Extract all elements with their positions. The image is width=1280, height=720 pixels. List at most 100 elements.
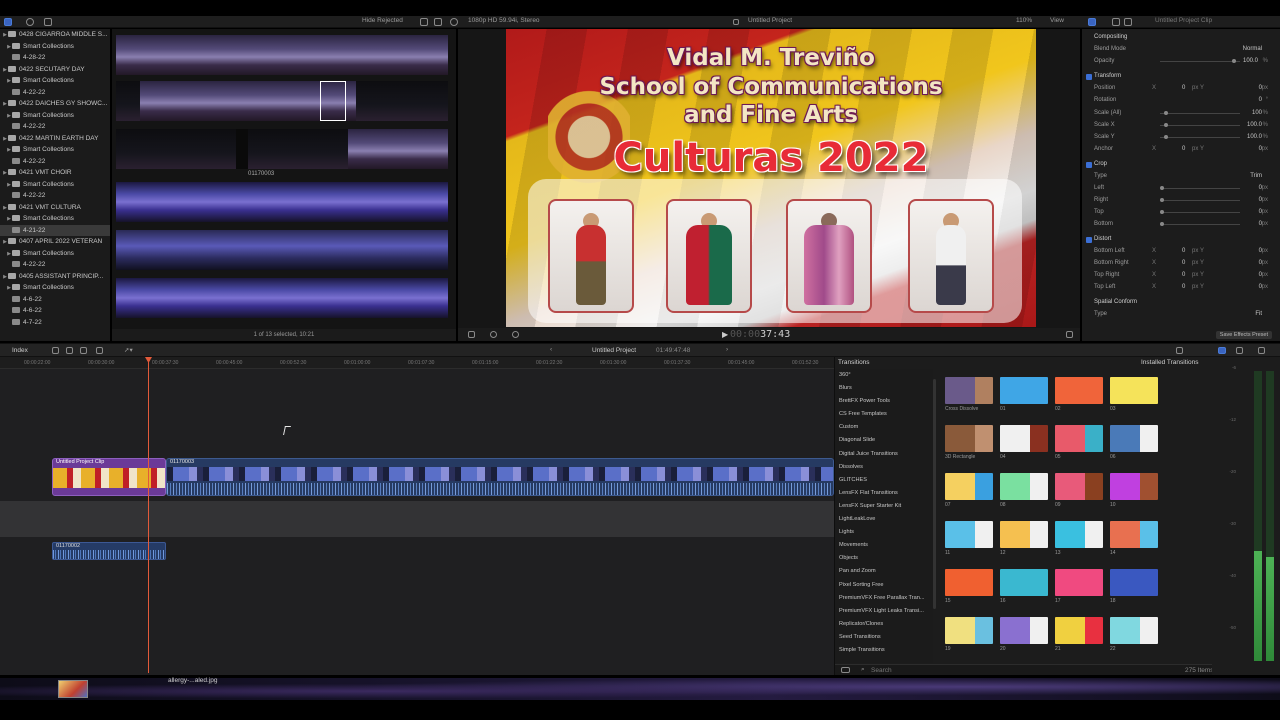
clip-thumbnail[interactable] <box>116 182 448 222</box>
transition-category[interactable]: Seed Transitions <box>835 631 933 644</box>
transition-category[interactable]: LightLeakLove <box>835 513 933 526</box>
audio-skimming-icon[interactable] <box>1176 347 1183 354</box>
clip-thumbnail[interactable] <box>248 129 348 169</box>
transition-tile[interactable] <box>945 377 993 404</box>
transition-tile[interactable] <box>1055 617 1103 644</box>
transition-category[interactable]: Dissolves <box>835 461 933 474</box>
append-clip-icon[interactable] <box>80 347 87 354</box>
event-date[interactable]: 4-28-22 <box>0 52 110 64</box>
transition-tile[interactable] <box>1000 473 1048 500</box>
distort-checkbox[interactable] <box>1086 237 1092 243</box>
smart-collection[interactable]: ▶ Smart Collections <box>0 248 110 260</box>
top-right-x[interactable]: 0 <box>1182 272 1185 278</box>
transition-tile[interactable] <box>1055 521 1103 548</box>
transition-category[interactable]: Pan and Zoom <box>835 565 933 578</box>
clip-thumbnail[interactable] <box>348 129 448 169</box>
transition-category[interactable]: Lights <box>835 526 933 539</box>
video-clip[interactable]: 01170003 <box>166 458 834 496</box>
rotation-value[interactable]: 0 <box>1259 97 1262 103</box>
transition-category[interactable]: Objects <box>835 552 933 565</box>
smart-collection[interactable]: ▶ Smart Collections <box>0 213 110 225</box>
playhead[interactable] <box>148 357 149 673</box>
event-date[interactable]: 4-22-22 <box>0 190 110 202</box>
speed-icon[interactable] <box>490 331 497 338</box>
insert-clip-icon[interactable] <box>66 347 73 354</box>
save-effects-preset-button[interactable]: Save Effects Preset <box>1215 331 1272 339</box>
clip-thumbnail[interactable] <box>116 35 188 75</box>
search-icon[interactable] <box>450 18 458 26</box>
transition-tile[interactable] <box>1000 377 1048 404</box>
filmstrip-2[interactable] <box>116 81 448 121</box>
event-date[interactable]: 4-6-22 <box>0 305 110 317</box>
transition-tile[interactable] <box>945 617 993 644</box>
blend-mode-select[interactable]: Normal <box>1243 46 1262 52</box>
transform-checkbox[interactable] <box>1086 74 1092 80</box>
transition-tile[interactable] <box>1110 377 1158 404</box>
filter-dropdown[interactable]: Hide Rejected <box>362 17 403 24</box>
top-left-x[interactable]: 0 <box>1182 284 1185 290</box>
transition-category[interactable]: Simple Transitions <box>835 644 933 657</box>
event-date[interactable]: 4-22-22 <box>0 87 110 99</box>
sidebar-toggle-icon[interactable] <box>841 667 850 673</box>
transition-tile[interactable] <box>1110 521 1158 548</box>
transition-category[interactable]: Pixel Sorting Free <box>835 579 933 592</box>
filmstrip-1[interactable] <box>116 35 448 75</box>
transition-category[interactable]: LensFX Flat Transitions <box>835 487 933 500</box>
enhance-icon[interactable] <box>512 331 519 338</box>
transition-tile[interactable] <box>1000 425 1048 452</box>
smart-collection[interactable]: ▶ Smart Collections <box>0 179 110 191</box>
connect-clip-icon[interactable] <box>52 347 59 354</box>
effects-browser-icon[interactable] <box>1258 347 1265 354</box>
info-inspector-icon[interactable] <box>1124 18 1132 26</box>
library-event[interactable]: ▶ 0422 DAICHES GY SHOWC... <box>0 98 110 110</box>
conform-type-select[interactable]: Fit <box>1255 311 1262 317</box>
position-x-value[interactable]: 0 <box>1182 85 1185 91</box>
event-date[interactable]: 4-22-22 <box>0 156 110 168</box>
transition-tile[interactable] <box>1110 473 1158 500</box>
color-inspector-icon[interactable] <box>1112 18 1120 26</box>
transition-tile[interactable] <box>1110 569 1158 596</box>
transition-category[interactable]: GLITCHES <box>835 474 933 487</box>
crop-checkbox[interactable] <box>1086 162 1092 168</box>
transition-tile[interactable] <box>945 521 993 548</box>
transition-category[interactable]: BrettFX Power Tools <box>835 395 933 408</box>
timeline-project-title[interactable]: Untitled Project <box>592 347 636 354</box>
transition-category[interactable]: Diagonal Slide <box>835 434 933 447</box>
transition-tile[interactable] <box>1055 569 1103 596</box>
timeline-ruler[interactable]: 00:00:22:00 00:00:30:00 00:00:37:30 00:00:4… <box>0 357 834 369</box>
filmstrip-3[interactable] <box>116 129 448 169</box>
event-date[interactable]: 4-22-22 <box>0 259 110 271</box>
installed-transitions-dropdown[interactable]: Installed Transitions <box>1141 359 1198 366</box>
filmstrip-4[interactable] <box>116 182 448 222</box>
transition-category[interactable]: Custom <box>835 421 933 434</box>
fullscreen-icon[interactable] <box>1066 331 1073 338</box>
library-event[interactable]: ▶ 0428 CIGARROA MIDDLE S... <box>0 29 110 41</box>
smart-collection[interactable]: ▶ Smart Collections <box>0 41 110 53</box>
back-arrow-icon[interactable]: ‹ <box>550 346 552 353</box>
clip-thumbnail[interactable] <box>330 35 400 75</box>
clip-thumbnail[interactable] <box>116 129 236 169</box>
settings-icon[interactable] <box>434 18 442 26</box>
zoom-dropdown[interactable]: 110% <box>1016 17 1032 24</box>
transition-tile[interactable] <box>1055 425 1103 452</box>
clip-thumbnail[interactable] <box>116 278 448 318</box>
transition-category[interactable]: Blurs <box>835 382 933 395</box>
clip-thumbnail[interactable] <box>188 35 258 75</box>
clip-thumbnail[interactable] <box>356 81 448 121</box>
clip-thumbnail[interactable] <box>400 35 448 75</box>
play-icon[interactable]: ▶ <box>722 330 728 339</box>
clip-thumbnail[interactable] <box>258 35 330 75</box>
smart-collection[interactable]: ▶ Smart Collections <box>0 282 110 294</box>
category-scrollbar[interactable] <box>933 379 936 609</box>
library-event[interactable]: ▶ 0422 SECUTARY DAY <box>0 64 110 76</box>
transition-category[interactable]: PremiumVFX Light Leaks Transi... <box>835 605 933 618</box>
clip-thumbnail[interactable] <box>212 81 284 121</box>
transition-category[interactable]: 360° <box>835 369 933 382</box>
select-tool-icon[interactable]: ➚▾ <box>124 346 133 354</box>
library-event[interactable]: ▶ 0421 VMT CULTURA <box>0 202 110 214</box>
library-toggle-icon[interactable] <box>4 18 12 26</box>
event-date[interactable]: 4-6-22 <box>0 294 110 306</box>
view-dropdown[interactable]: View <box>1050 17 1064 24</box>
transition-tile[interactable] <box>1000 569 1048 596</box>
smart-collection[interactable]: ▶ Smart Collections <box>0 110 110 122</box>
